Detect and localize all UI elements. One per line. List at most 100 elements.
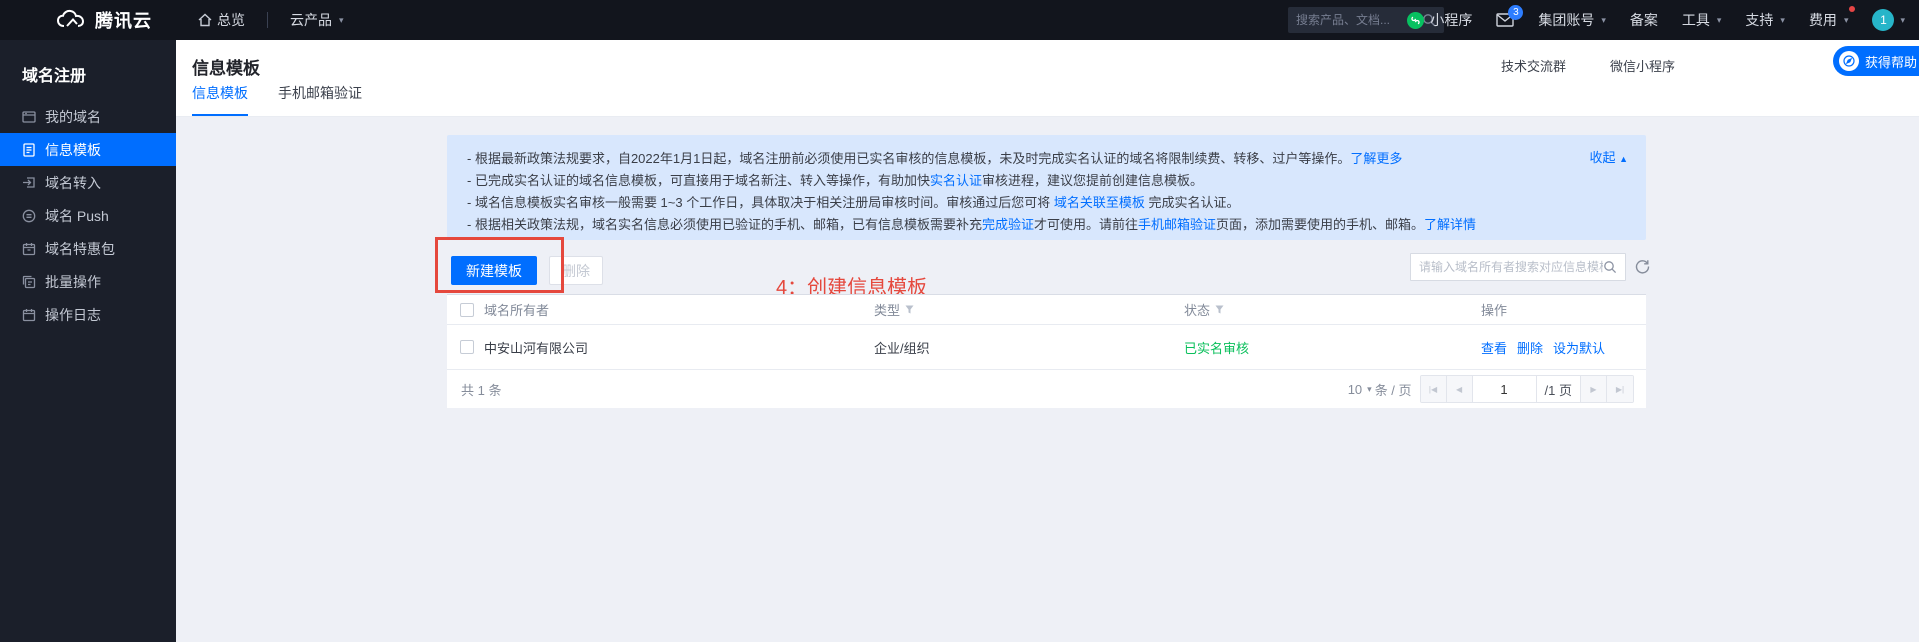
refresh-icon[interactable]: [1634, 258, 1651, 275]
notice-line: - 根据相关政策法规，域名实名信息必须使用已验证的手机、邮箱，已有信息模板需要补…: [467, 214, 1626, 236]
notice-line: - 根据最新政策法规要求，自2022年1月1日起，域名注册前必须使用已实名审核的…: [467, 148, 1626, 170]
annotation-highlight-rectangle: [435, 237, 564, 293]
nav-mini-program[interactable]: 小程序: [1407, 10, 1472, 30]
nav-tools-label: 工具: [1682, 10, 1710, 30]
search-icon[interactable]: [1603, 260, 1617, 274]
chevron-up-icon: ▲: [1619, 154, 1628, 164]
message-count-badge: 3: [1508, 5, 1523, 20]
notice-text: - 根据最新政策法规要求，自2022年1月1日起，域名注册前必须使用已实名审核的…: [467, 151, 1350, 166]
chevron-down-icon: ▾: [339, 15, 344, 26]
cell-status: 已实名审核: [1184, 338, 1481, 357]
col-header-status: 状态: [1184, 300, 1210, 319]
complete-verification-link[interactable]: 完成验证: [982, 217, 1034, 232]
page-size-value: 10: [1348, 382, 1362, 397]
my-domains-icon: [22, 110, 36, 124]
sidebar-item-label: 我的域名: [45, 107, 101, 127]
transfer-in-icon: [22, 176, 36, 190]
tech-group-link[interactable]: 技术交流群: [1501, 56, 1566, 75]
wechat-mini-program-link[interactable]: 微信小程序: [1610, 56, 1675, 75]
sidebar-item-transfer-in[interactable]: 域名转入: [0, 166, 176, 199]
sidebar-item-operation-log[interactable]: 操作日志: [0, 298, 176, 331]
select-all-checkbox[interactable]: [460, 303, 474, 317]
sidebar-item-my-domains[interactable]: 我的域名: [0, 100, 176, 133]
prev-page-button[interactable]: ◀: [1447, 376, 1473, 402]
row-checkbox[interactable]: [460, 340, 474, 354]
tab-info-template[interactable]: 信息模板: [192, 83, 248, 116]
brand-logo[interactable]: 腾讯云: [56, 7, 152, 33]
next-page-button[interactable]: ▶: [1581, 376, 1607, 402]
nav-search-input[interactable]: [1296, 13, 1422, 27]
collapse-notice-link[interactable]: 收起 ▲: [1589, 147, 1628, 166]
cell-owner: 中安山河有限公司: [484, 338, 874, 357]
sidebar-item-offer-package[interactable]: 域名特惠包: [0, 232, 176, 265]
sidebar-item-label: 域名转入: [45, 173, 101, 193]
notice-text: 完成实名认证。: [1145, 195, 1240, 210]
nav-support[interactable]: 支持 ▾: [1745, 10, 1785, 30]
nav-cloud-products[interactable]: 云产品 ▾: [290, 10, 344, 30]
nav-account[interactable]: 1 ▾: [1872, 9, 1905, 31]
nav-tools[interactable]: 工具 ▾: [1682, 10, 1722, 30]
chevron-down-icon: ▾: [1717, 15, 1722, 26]
real-name-auth-link[interactable]: 实名认证: [930, 173, 982, 188]
nav-overview[interactable]: 总览: [198, 10, 245, 30]
mini-program-icon: [1407, 12, 1424, 29]
last-page-button[interactable]: ▶|: [1607, 376, 1633, 402]
notice-text: - 已完成实名认证的域名信息模板，可直接用于域名新注、转入等操作，有助加快: [467, 173, 930, 188]
learn-more-link[interactable]: 了解更多: [1350, 151, 1402, 166]
filter-icon[interactable]: [1215, 305, 1224, 314]
compass-icon: [1839, 51, 1859, 71]
sidebar-item-label: 域名特惠包: [45, 239, 115, 259]
notice-text: - 根据相关政策法规，域名实名信息必须使用已验证的手机、邮箱，已有信息模板需要补…: [467, 217, 982, 232]
home-icon: [198, 13, 212, 27]
notice-text: - 域名信息模板实名审核一般需要 1~3 个工作日，具体取决于相关注册局审核时间…: [467, 195, 1054, 210]
total-count-label: 共 1 条: [461, 380, 501, 399]
page-size-select[interactable]: 10 ▾ 条 / 页: [1348, 380, 1412, 399]
set-default-link[interactable]: 设为默认: [1553, 338, 1605, 357]
chevron-down-icon: ▾: [1900, 15, 1905, 26]
template-table: 域名所有者 类型 状态 操作 中安山河有限公司 企业/组织 已实名审核 查看: [447, 294, 1646, 408]
notice-text: 审核进程，建议您提前创建信息模板。: [982, 173, 1203, 188]
page-size-unit: 条 / 页: [1375, 380, 1412, 399]
owner-search-input[interactable]: [1419, 260, 1603, 274]
phone-email-verify-link[interactable]: 手机邮箱验证: [1138, 217, 1216, 232]
delete-link[interactable]: 删除: [1517, 338, 1543, 357]
top-nav: 腾讯云 总览 云产品 ▾: [0, 0, 1919, 40]
current-page-input[interactable]: 1: [1473, 376, 1537, 402]
info-template-icon: [22, 143, 36, 157]
first-page-button[interactable]: |◀: [1421, 376, 1447, 402]
nav-messages[interactable]: 3: [1496, 13, 1514, 27]
learn-details-link[interactable]: 了解详情: [1424, 217, 1476, 232]
sidebar-item-batch-operation[interactable]: 批量操作: [0, 265, 176, 298]
page-title: 信息模板: [192, 54, 260, 79]
sidebar-item-info-template[interactable]: 信息模板: [0, 133, 176, 166]
operation-log-icon: [22, 308, 36, 322]
col-header-owner: 域名所有者: [484, 300, 874, 319]
nav-beian-label: 备案: [1630, 10, 1658, 30]
collapse-label: 收起: [1589, 150, 1615, 165]
sidebar-item-domain-push[interactable]: 域名 Push: [0, 199, 176, 232]
cell-actions: 查看 删除 设为默认: [1481, 338, 1605, 357]
owner-search-box[interactable]: [1410, 253, 1626, 281]
table-header-row: 域名所有者 类型 状态 操作: [447, 295, 1646, 325]
sidebar-item-label: 批量操作: [45, 272, 101, 292]
sidebar-item-label: 操作日志: [45, 305, 101, 325]
tab-phone-email-verify[interactable]: 手机邮箱验证: [278, 83, 362, 116]
nav-cloud-products-label: 云产品: [290, 10, 332, 30]
chevron-down-icon: ▾: [1780, 15, 1785, 26]
sidebar-item-label: 信息模板: [45, 140, 101, 160]
avatar: 1: [1872, 9, 1894, 31]
chevron-down-icon: ▾: [1844, 15, 1849, 26]
nav-beian[interactable]: 备案: [1630, 10, 1658, 30]
col-header-type: 类型: [874, 300, 900, 319]
get-help-button[interactable]: 获得帮助: [1833, 46, 1919, 76]
pagination-bar: 共 1 条 10 ▾ 条 / 页 |◀ ◀ 1 /1 页 ▶ ▶|: [447, 370, 1646, 408]
nav-billing-label: 费用: [1809, 10, 1837, 30]
view-link[interactable]: 查看: [1481, 338, 1507, 357]
link-domain-to-template-link[interactable]: 域名关联至模板: [1054, 195, 1145, 210]
nav-billing[interactable]: 费用 ▾: [1809, 10, 1849, 30]
nav-group-account[interactable]: 集团账号 ▾: [1538, 10, 1606, 30]
filter-icon[interactable]: [905, 305, 914, 314]
tab-bar: 信息模板 手机邮箱验证: [192, 83, 362, 116]
nav-overview-label: 总览: [217, 10, 245, 30]
notice-text: 才可使用。请前往: [1034, 217, 1138, 232]
